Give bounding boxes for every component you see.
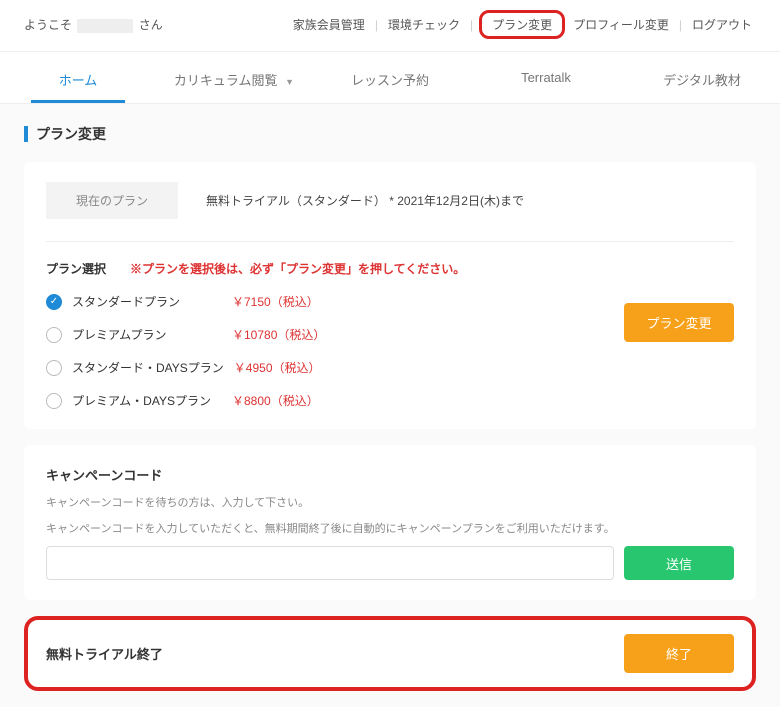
tab-terratalk[interactable]: Terratalk — [468, 52, 624, 104]
radio-icon — [46, 327, 62, 343]
radio-icon — [46, 360, 62, 376]
plan-price: ￥8800（税込） — [232, 392, 319, 409]
plan-select-header: プラン選択 ※プランを選択後は、必ず「プラン変更」を押してください。 — [46, 260, 734, 277]
greeting-text: ようこそ さん — [24, 16, 163, 33]
trial-end-card: 無料トライアル終了 終了 — [24, 616, 756, 691]
plan-option-standard-days[interactable]: スタンダード・DAYSプラン ￥4950（税込） — [46, 359, 325, 376]
current-plan-label: 現在のプラン — [46, 182, 178, 219]
greeting-prefix: ようこそ — [24, 18, 72, 32]
plan-change-button[interactable]: プラン変更 — [624, 303, 734, 342]
campaign-note-1: キャンペーンコードを待ちの方は、入力して下さい。 — [46, 494, 734, 510]
tab-digital[interactable]: デジタル教材 — [624, 52, 780, 104]
nav-planchange[interactable]: プラン変更 — [488, 16, 556, 34]
current-plan-row: 現在のプラン 無料トライアル（スタンダード） * 2021年12月2日(木)まで — [46, 182, 734, 219]
plan-price: ￥10780（税込） — [232, 326, 325, 343]
plan-price: ￥4950（税込） — [234, 359, 321, 376]
tab-terratalk-label: Terratalk — [521, 70, 571, 85]
username-masked — [77, 19, 133, 33]
campaign-note-2: キャンペーンコードを入力していただくと、無料期間終了後に自動的にキャンペーンプラ… — [46, 520, 734, 536]
highlight-planchange: プラン変更 — [479, 10, 565, 39]
tab-curriculum-label: カリキュラム閲覧 — [174, 73, 278, 88]
greeting-suffix: さん — [139, 18, 163, 32]
tab-home-label: ホーム — [59, 73, 98, 88]
campaign-card: キャンペーンコード キャンペーンコードを待ちの方は、入力して下さい。 キャンペー… — [24, 445, 756, 600]
page-title-text: プラン変更 — [36, 124, 106, 144]
chevron-down-icon: ▼ — [285, 77, 294, 87]
tab-lesson-label: レッスン予約 — [351, 73, 429, 88]
plan-select-warning: ※プランを選択後は、必ず「プラン変更」を押してください。 — [130, 260, 465, 277]
tab-bar: ホーム カリキュラム閲覧 ▼ レッスン予約 Terratalk デジタル教材 — [0, 51, 780, 104]
plan-select-label: プラン選択 — [46, 260, 106, 277]
trial-end-label: 無料トライアル終了 — [46, 644, 163, 663]
nav-logout[interactable]: ログアウト — [688, 14, 756, 35]
top-nav: 家族会員管理 | 環境チェック | プラン変更 プロフィール変更 | ログアウト — [289, 10, 756, 39]
end-button[interactable]: 終了 — [624, 634, 734, 673]
plan-name: プレミアムプラン — [72, 326, 222, 343]
plan-option-premium[interactable]: プレミアムプラン ￥10780（税込） — [46, 326, 325, 343]
nav-separator: | — [470, 18, 473, 32]
plan-card: 現在のプラン 無料トライアル（スタンダード） * 2021年12月2日(木)まで… — [24, 162, 756, 429]
radio-icon — [46, 294, 62, 310]
campaign-title: キャンペーンコード — [46, 465, 734, 484]
nav-separator: | — [679, 18, 682, 32]
campaign-code-input[interactable] — [46, 546, 614, 580]
tab-lesson[interactable]: レッスン予約 — [312, 52, 468, 104]
current-plan-value: 無料トライアル（スタンダード） * 2021年12月2日(木)まで — [206, 192, 524, 209]
nav-envcheck[interactable]: 環境チェック — [384, 14, 464, 35]
plan-price: ￥7150（税込） — [232, 293, 319, 310]
nav-profile[interactable]: プロフィール変更 — [569, 14, 673, 35]
plan-option-premium-days[interactable]: プレミアム・DAYSプラン ￥8800（税込） — [46, 392, 325, 409]
divider — [46, 241, 734, 242]
plan-list: スタンダードプラン ￥7150（税込） プレミアムプラン ￥10780（税込） … — [46, 293, 325, 409]
tab-home[interactable]: ホーム — [0, 52, 156, 104]
nav-family[interactable]: 家族会員管理 — [289, 14, 369, 35]
plan-option-standard[interactable]: スタンダードプラン ￥7150（税込） — [46, 293, 325, 310]
page-title: プラン変更 — [24, 124, 756, 144]
tab-digital-label: デジタル教材 — [663, 73, 741, 88]
plan-name: スタンダードプラン — [72, 293, 222, 310]
radio-icon — [46, 393, 62, 409]
plan-name: スタンダード・DAYSプラン — [72, 359, 224, 376]
tab-curriculum[interactable]: カリキュラム閲覧 ▼ — [156, 52, 312, 104]
send-button[interactable]: 送信 — [624, 546, 734, 580]
nav-separator: | — [375, 18, 378, 32]
plan-name: プレミアム・DAYSプラン — [72, 392, 222, 409]
